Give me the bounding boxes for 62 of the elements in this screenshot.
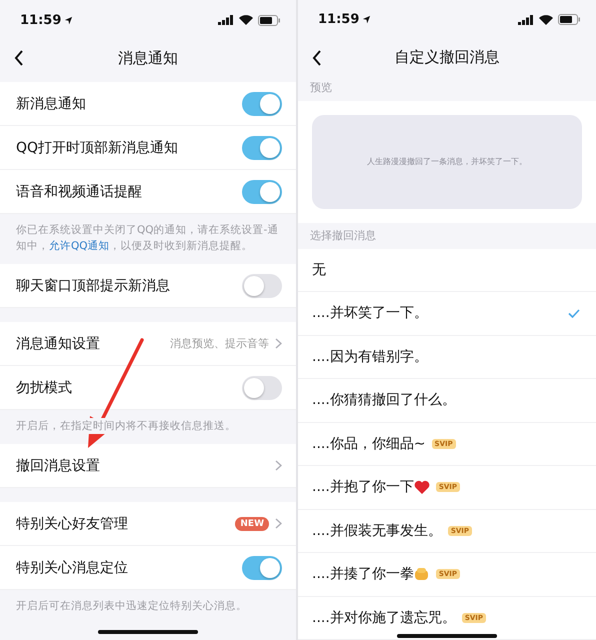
page-title: 消息通知 [118,48,178,68]
option-label: ....并抱了你一下 [312,478,414,496]
location-icon [362,15,372,24]
row-detail: 消息预览、提示音等 [170,336,269,351]
heart-icon [414,480,430,494]
status-time: 11:59 [20,12,74,28]
note-text: 你已在系统设置中关闭了QQ的通知，请在系统设置-通知中，允许QQ通知，以便及时收到新消息提醒。 [16,222,280,254]
recall-option[interactable]: ....并坏笑了一下。 [298,292,596,336]
status-time: 11:59 [318,12,372,28]
toggle-switch[interactable] [242,180,282,204]
back-icon[interactable] [312,50,322,66]
option-label: ....因为有错别字。 [312,348,428,366]
wifi-icon [539,14,553,25]
row-label: 特别关心消息定位 [16,558,129,576]
toggle-switch[interactable] [242,274,282,298]
option-label: ....并假装无事发生。 [312,522,442,540]
settings-row[interactable]: 语音和视频通话提醒 [0,170,296,214]
chevron-icon [275,460,282,471]
recall-option[interactable]: ....你猜猜撤回了什么。 [298,379,596,423]
preview-text: 人生路漫漫撤回了一条消息，并坏笑了一下。 [367,156,527,168]
row-label: 语音和视频通话提醒 [16,182,143,200]
wifi-icon [239,15,253,25]
chevron-icon [275,518,282,529]
settings-row[interactable]: 聊天窗口顶部提示新消息 [0,264,296,308]
page-title: 自定义撤回消息 [394,48,500,67]
settings-row[interactable]: 消息通知设置 消息预览、提示音等 [0,322,296,366]
back-icon[interactable] [14,50,24,66]
section-label: 预览 [309,80,333,96]
allow-notification-link[interactable]: 允许QQ通知 [49,240,110,252]
row-label: 勿扰模式 [16,378,73,396]
battery-icon [558,14,580,26]
option-label: ....并坏笑了一下。 [312,304,428,322]
row-label: 新消息通知 [16,94,87,112]
location-icon [64,16,74,24]
settings-row[interactable]: 撤回消息设置 [0,444,296,488]
row-label: 聊天窗口顶部提示新消息 [16,276,171,294]
option-label: 无 [312,260,326,279]
toggle-switch[interactable] [242,376,282,400]
option-label: ....你品，你细品~ [312,434,426,453]
recall-option[interactable]: 无 [298,248,596,292]
toggle-switch[interactable] [242,92,282,116]
row-label: QQ打开时顶部新消息通知 [16,138,180,156]
toggle-switch[interactable] [242,556,282,580]
chevron-icon [275,338,282,349]
option-label: ....并揍了你一拳 [312,565,414,584]
new-badge: NEW [235,516,269,530]
section-label: 选择撤回消息 [309,228,377,244]
battery-icon [258,14,280,26]
row-label: 特别关心好友管理 [16,514,129,532]
signal-icon [518,14,534,25]
settings-row[interactable]: QQ打开时顶部新消息通知 [0,126,296,170]
toggle-switch[interactable] [242,136,282,160]
option-label: ....你猜猜撤回了什么。 [312,391,456,410]
option-label: ....并对你施了遗忘咒。 [312,608,456,627]
recall-option[interactable]: ....因为有错别字。 [298,336,596,380]
settings-row[interactable]: 特别关心消息定位 [0,546,296,590]
settings-row[interactable]: 勿扰模式 [0,366,296,410]
settings-row[interactable]: 特别关心好友管理 NEW [0,502,296,546]
row-label: 撤回消息设置 [16,456,101,474]
settings-row[interactable]: 新消息通知 [0,82,296,126]
row-label: 消息通知设置 [16,334,101,352]
signal-icon [218,15,234,25]
